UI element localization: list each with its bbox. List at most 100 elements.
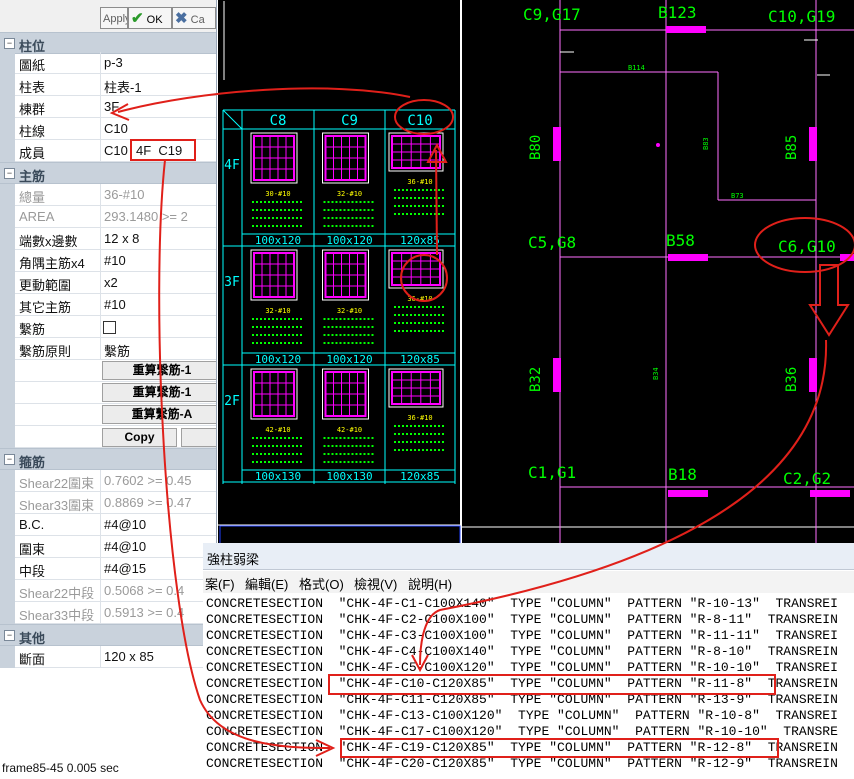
category-label: 其他 bbox=[19, 631, 46, 646]
plan-label: C10,G19 bbox=[768, 7, 835, 26]
property-row[interactable]: 其它主筋 #10 bbox=[0, 294, 216, 316]
category-column-position[interactable]: − 柱位 bbox=[0, 32, 216, 54]
collapse-icon[interactable]: − bbox=[4, 454, 15, 465]
property-value[interactable]: 繫筋 bbox=[104, 341, 130, 360]
property-row[interactable]: 柱線 C10 bbox=[0, 118, 216, 140]
property-value[interactable]: 0.5068 >= 0.4 bbox=[104, 583, 184, 598]
code-line: CONCRETESECTION "CHK-4F-C19-C120X85" TYP… bbox=[206, 740, 838, 755]
rebar-note: 32-#10 bbox=[265, 307, 290, 315]
property-value[interactable]: 12 x 8 bbox=[104, 231, 139, 246]
schedule-line bbox=[222, 109, 243, 130]
property-value[interactable]: 293.1480 >= 2 bbox=[104, 209, 188, 224]
property-row[interactable]: 更動範圍 x2 bbox=[0, 272, 216, 294]
menu-edit[interactable]: 編輯(E) bbox=[245, 574, 288, 593]
property-row[interactable]: 圖紙 p-3 bbox=[0, 52, 216, 74]
apply-button[interactable]: Apply bbox=[100, 7, 128, 29]
property-row[interactable]: 成員 C10 4F C19 bbox=[0, 140, 216, 162]
code-line: CONCRETESECTION "CHK-4F-C1-C100X140" TYP… bbox=[206, 596, 838, 611]
ok-button[interactable]: ✔ OK bbox=[128, 7, 172, 29]
section-size: 100x130 bbox=[326, 470, 372, 483]
category-main-rebar[interactable]: − 主筋 bbox=[0, 162, 216, 184]
property-row[interactable]: 圍束 #4@10 bbox=[0, 536, 216, 558]
section-size: 100x120 bbox=[255, 234, 301, 247]
property-row[interactable]: 繫筋原則 繫筋 bbox=[0, 338, 216, 360]
cancel-button[interactable]: ✖ Ca bbox=[172, 7, 216, 29]
plan-dot bbox=[656, 143, 660, 147]
recalc-ties-button-3[interactable]: 重算繫筋-A bbox=[102, 405, 216, 424]
floor-plan: C9,G17 B123 C10,G19 B114 B80 B83 B85 B73 C5,G8 B5… bbox=[523, 0, 854, 545]
property-key: 棟群 bbox=[19, 102, 46, 117]
code-line: CONCRETESECTION "CHK-4F-C10-C120X85" TYP… bbox=[206, 676, 838, 691]
property-key: 繫筋 bbox=[19, 322, 46, 337]
property-value[interactable]: #4@15 bbox=[104, 561, 146, 576]
plan-label: B80 bbox=[528, 135, 544, 160]
property-row[interactable]: 中段 #4@15 bbox=[0, 558, 216, 580]
property-value[interactable]: C10 bbox=[104, 121, 128, 136]
menu-help[interactable]: 說明(H) bbox=[408, 574, 452, 593]
property-row[interactable]: 棟群 3F bbox=[0, 96, 216, 118]
recalc-ties-button-2[interactable]: 重算繫筋-1 bbox=[102, 383, 216, 402]
copy-button[interactable]: Copy bbox=[102, 428, 177, 447]
property-value[interactable]: 0.5913 >= 0.4 bbox=[104, 605, 184, 620]
code-line: CONCRETESECTION "CHK-4F-C2-C100X100" TYP… bbox=[206, 612, 838, 627]
plan-label: B85 bbox=[784, 135, 800, 160]
viewport-frame bbox=[219, 525, 461, 545]
code-line: CONCRETESECTION "CHK-4F-C20-C120X85" TYP… bbox=[206, 756, 838, 771]
property-value[interactable]: 120 x 85 bbox=[104, 649, 154, 664]
window-title: 強柱弱梁 bbox=[207, 552, 260, 567]
property-value[interactable]: 柱表-1 bbox=[104, 77, 142, 96]
property-row[interactable]: 角隅主筋x4 #10 bbox=[0, 250, 216, 272]
recalc-row-3: 重算繫筋-A bbox=[0, 404, 216, 426]
cad-drawing-area[interactable]: C8 C9 C10 4F 30-#10 100x120 32-#10 100x120 36-#1… bbox=[218, 0, 854, 545]
plan-label: B58 bbox=[666, 231, 695, 250]
property-value[interactable]: C10 bbox=[104, 143, 128, 158]
property-value[interactable]: #4@10 bbox=[104, 517, 146, 532]
text-editor-window: 強柱弱梁 案(F) 編輯(E) 格式(O) 檢視(V) 說明(H) CONCRE… bbox=[203, 543, 854, 779]
property-key: B.C. bbox=[19, 517, 45, 532]
menu-file[interactable]: 案(F) bbox=[205, 574, 235, 593]
section-size: 120x85 bbox=[400, 234, 440, 247]
property-value[interactable]: #10 bbox=[104, 253, 126, 268]
category-stirrup[interactable]: − 箍筋 bbox=[0, 448, 216, 470]
beam-mark bbox=[809, 127, 817, 161]
section-size: 100x120 bbox=[326, 353, 372, 366]
property-value[interactable]: 36-#10 bbox=[104, 187, 144, 202]
recalc-row-2: 重算繫筋-1 bbox=[0, 382, 216, 404]
property-row[interactable]: 總量 36-#10 bbox=[0, 184, 216, 206]
property-key: 繫筋原則 bbox=[19, 344, 72, 359]
menu-format[interactable]: 格式(O) bbox=[299, 574, 344, 593]
section-size: 100x120 bbox=[326, 234, 372, 247]
collapse-icon[interactable]: − bbox=[4, 630, 15, 641]
property-key: AREA bbox=[19, 209, 55, 224]
property-value[interactable]: 3F bbox=[104, 99, 119, 114]
property-value[interactable]: 0.7602 >= 0.45 bbox=[104, 473, 191, 488]
property-value[interactable]: p-3 bbox=[104, 55, 123, 70]
category-other[interactable]: − 其他 bbox=[0, 624, 216, 646]
property-key: 中段 bbox=[19, 564, 46, 579]
property-row[interactable]: B.C. #4@10 bbox=[0, 514, 216, 536]
beam-mark bbox=[553, 127, 561, 161]
collapse-icon[interactable]: − bbox=[4, 168, 15, 179]
collapse-icon[interactable]: − bbox=[4, 38, 15, 49]
property-value[interactable]: #10 bbox=[104, 297, 126, 312]
property-value[interactable]: x2 bbox=[104, 275, 118, 290]
property-row[interactable]: Shear22圍束 0.7602 >= 0.45 bbox=[0, 470, 216, 492]
property-row[interactable]: Shear33圍束 0.8869 >= 0.47 bbox=[0, 492, 216, 514]
property-value[interactable]: 0.8869 >= 0.47 bbox=[104, 495, 191, 510]
property-row[interactable]: Shear33中段 0.5913 >= 0.4 bbox=[0, 602, 216, 624]
recalc-ties-button-1[interactable]: 重算繫筋-1 bbox=[102, 361, 216, 380]
beam-mark bbox=[666, 26, 706, 33]
property-toolbar: Apply ✔ OK ✖ Ca bbox=[0, 0, 216, 34]
ties-checkbox[interactable] bbox=[103, 321, 116, 334]
menu-view[interactable]: 檢視(V) bbox=[354, 574, 397, 593]
property-row[interactable]: 柱表 柱表-1 bbox=[0, 74, 216, 96]
property-row[interactable]: 端數x邊數 12 x 8 bbox=[0, 228, 216, 250]
plan-label: C2,G2 bbox=[783, 469, 831, 488]
extra-button[interactable] bbox=[181, 428, 216, 447]
property-row[interactable]: 繫筋 bbox=[0, 316, 216, 338]
property-value[interactable]: #4@10 bbox=[104, 539, 146, 554]
property-row[interactable]: 斷面 120 x 85 bbox=[0, 646, 216, 668]
property-row[interactable]: AREA 293.1480 >= 2 bbox=[0, 206, 216, 228]
property-row[interactable]: Shear22中段 0.5068 >= 0.4 bbox=[0, 580, 216, 602]
recalc-row-1: 重算繫筋-1 bbox=[0, 360, 216, 382]
